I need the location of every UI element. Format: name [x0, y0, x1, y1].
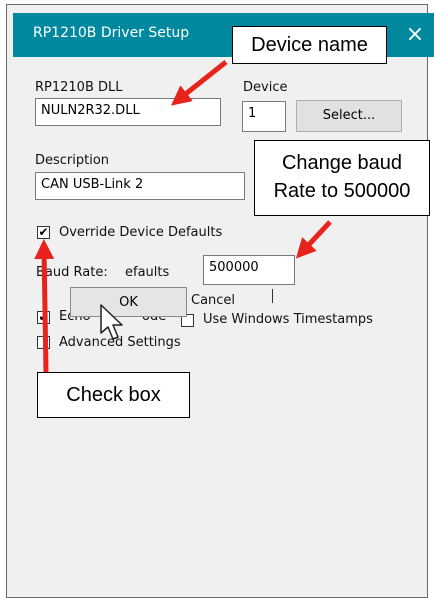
change-baud-line2: Rate to 500000 [273, 180, 411, 202]
annotation-arrows [34, 60, 332, 373]
baud-rate-arrow [295, 220, 332, 259]
check-box-callout: Check box [37, 372, 190, 418]
change-baud-callout: Change baud Rate to 500000 [254, 140, 430, 216]
change-baud-line1: Change baud [281, 152, 403, 174]
check-box-arrow [34, 239, 55, 373]
device-name-arrow [170, 60, 228, 106]
device-name-callout: Device name [232, 26, 387, 64]
